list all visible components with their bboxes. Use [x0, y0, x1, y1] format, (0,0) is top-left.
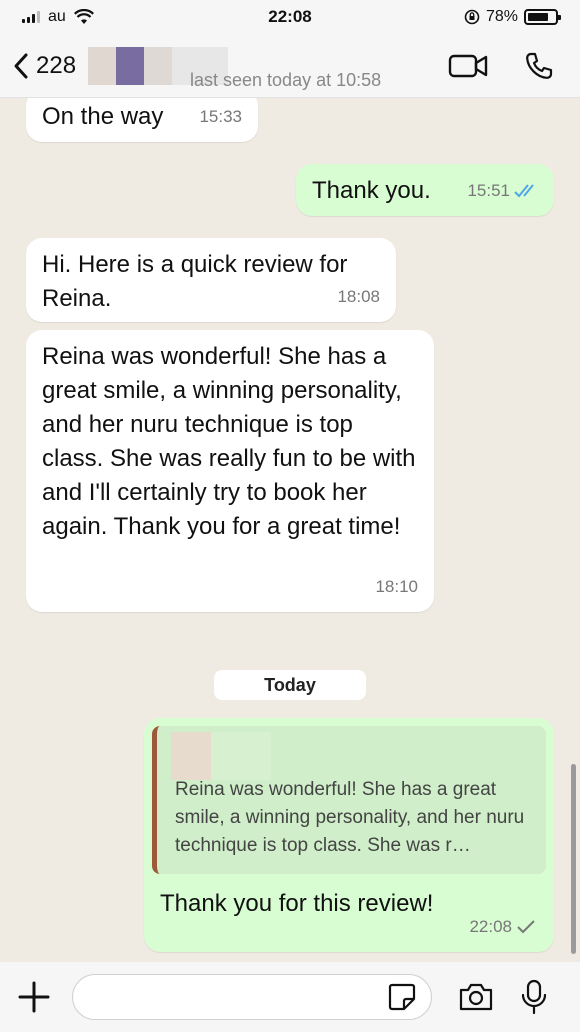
redacted-quote-author: [171, 732, 271, 780]
camera-icon[interactable]: [458, 982, 494, 1012]
status-bar: au 22:08 78%: [0, 0, 580, 34]
sticker-icon[interactable]: [387, 982, 417, 1012]
chat-area[interactable]: On the way 15:33 Thank you. 15:51 Hi. He…: [0, 98, 580, 962]
message-bubble-incoming[interactable]: Reina was wonderful! She has a great smi…: [26, 330, 434, 612]
message-meta: 22:08: [469, 910, 536, 944]
quoted-text: Reina was wonderful! She has a great smi…: [175, 779, 525, 856]
double-check-read-icon: [514, 184, 534, 198]
status-right: 78%: [464, 8, 561, 26]
message-bubble-incoming[interactable]: On the way 15:33: [26, 98, 258, 142]
video-call-icon[interactable]: [448, 53, 488, 79]
message-bubble-outgoing-reply[interactable]: Reina was wonderful! She has a great smi…: [144, 718, 554, 952]
message-text: Hi. Here is a quick review for Reina.: [42, 251, 348, 312]
input-bar: [0, 962, 580, 1032]
message-bubble-incoming[interactable]: Hi. Here is a quick review for Reina. 18…: [26, 238, 396, 322]
header-actions: [448, 51, 568, 81]
message-bubble-outgoing[interactable]: Thank you. 15:51: [296, 164, 554, 216]
message-time: 15:33: [199, 107, 242, 126]
battery-fill: [528, 13, 549, 21]
chat-header: 228 last seen today at 10:58: [0, 34, 580, 98]
wifi-icon: [73, 9, 94, 24]
message-input-field[interactable]: [72, 974, 432, 1020]
message-time: 18:10: [375, 577, 418, 596]
single-check-icon: [517, 920, 535, 934]
quoted-message[interactable]: Reina was wonderful! She has a great smi…: [152, 726, 546, 874]
message-time: 15:51: [467, 181, 510, 200]
message-meta: 15:51: [467, 174, 540, 208]
chevron-left-icon: [14, 53, 28, 78]
voice-call-icon[interactable]: [524, 51, 554, 81]
signal-icon: [22, 11, 40, 23]
contact-name[interactable]: 228: [36, 52, 76, 80]
message-input[interactable]: [73, 985, 387, 1009]
last-seen: last seen today at 10:58: [190, 70, 382, 90]
scrollbar[interactable]: [571, 764, 576, 954]
battery-percent: 78%: [485, 8, 518, 25]
message-text: Thank you.: [312, 177, 431, 204]
rotation-lock-icon: [464, 9, 480, 25]
carrier-label: au: [48, 8, 66, 25]
date-separator: Today: [214, 670, 366, 700]
message-text: Reina was wonderful! She has a great smi…: [42, 343, 416, 540]
plus-icon[interactable]: [16, 979, 52, 1015]
message-time: 22:08: [469, 917, 512, 936]
status-left: au: [22, 8, 94, 26]
message-time: 18:08: [337, 287, 380, 306]
microphone-icon[interactable]: [520, 979, 548, 1015]
battery-icon: [524, 9, 561, 25]
message-text: On the way: [42, 103, 164, 130]
